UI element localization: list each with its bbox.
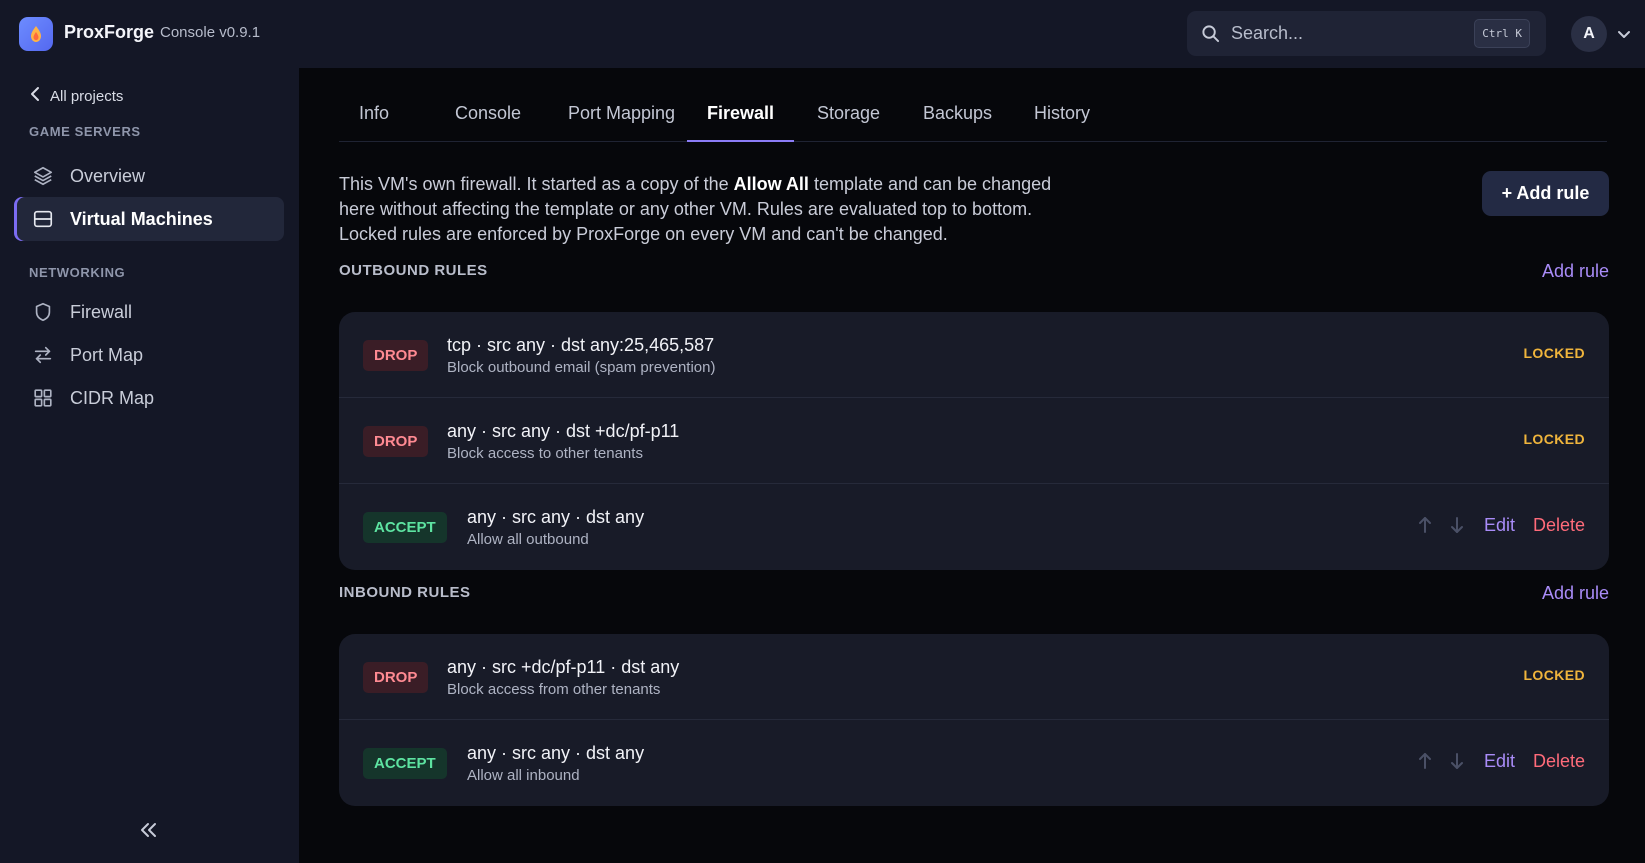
move-down-icon[interactable] (1448, 514, 1466, 536)
shield-icon (32, 301, 54, 323)
tab-firewall[interactable]: Firewall (687, 103, 795, 142)
brand-version: Console v0.9.1 (160, 24, 261, 41)
rule-description: Block outbound email (spam prevention) (447, 359, 716, 376)
rule-actions: Edit Delete (1402, 514, 1585, 536)
arrows-exchange-icon (32, 344, 54, 366)
chevron-down-icon[interactable] (1617, 27, 1631, 45)
action-badge: DROP (363, 426, 429, 457)
layers-icon (32, 165, 54, 187)
sidebar-item-firewall[interactable]: Firewall (14, 290, 284, 334)
collapse-sidebar-icon[interactable] (139, 822, 157, 843)
rule-row: DROP tcp · src any · dst any:25,465,587 … (339, 312, 1609, 398)
add-inbound-rule-link[interactable]: Add rule (1542, 583, 1609, 604)
action-badge: ACCEPT (363, 512, 447, 543)
sidebar: All projects GAME SERVERS Overview Virtu… (0, 68, 299, 863)
section-label-game-servers: GAME SERVERS (29, 124, 141, 139)
outbound-rules-card: DROP tcp · src any · dst any:25,465,587 … (339, 312, 1609, 570)
search-icon (1201, 24, 1220, 48)
add-outbound-rule-link[interactable]: Add rule (1542, 261, 1609, 282)
rule-row: DROP any · src any · dst +dc/pf-p11 Bloc… (339, 398, 1609, 484)
outbound-rules-title: OUTBOUND RULES (339, 262, 488, 279)
rule-spec: any · src any · dst any (467, 743, 645, 763)
tab-backups[interactable]: Backups (903, 103, 1012, 142)
locked-badge: LOCKED (1523, 667, 1585, 683)
proxforge-logo-icon[interactable] (19, 17, 53, 51)
top-bar: ProxForge Console v0.9.1 Search... Ctrl … (0, 0, 1645, 68)
sidebar-item-label: CIDR Map (70, 387, 155, 408)
locked-badge: LOCKED (1523, 431, 1585, 447)
action-badge: DROP (363, 340, 429, 371)
chevron-left-icon (30, 86, 40, 106)
tab-history[interactable]: History (1014, 103, 1110, 142)
action-badge: ACCEPT (363, 748, 447, 779)
move-down-icon[interactable] (1448, 750, 1466, 772)
rule-row: DROP any · src +dc/pf-p11 · dst any Bloc… (339, 634, 1609, 720)
rule-spec: any · src any · dst any (467, 507, 645, 527)
search-input[interactable]: Search... (1231, 23, 1303, 44)
server-icon (32, 208, 54, 230)
action-badge: DROP (363, 662, 429, 693)
template-name: Allow All (733, 174, 809, 194)
rule-spec: tcp · src any · dst any:25,465,587 (447, 335, 715, 355)
brand-name: ProxForge (64, 22, 155, 42)
rule-row: ACCEPT any · src any · dst any Allow all… (339, 720, 1609, 806)
rule-spec: any · src any · dst +dc/pf-p11 (447, 421, 680, 441)
sidebar-item-label: Virtual Machines (70, 208, 213, 229)
avatar[interactable]: A (1571, 16, 1607, 52)
edit-rule-button[interactable]: Edit (1484, 751, 1515, 772)
locked-badge: LOCKED (1523, 345, 1585, 361)
rule-row: ACCEPT any · src any · dst any Allow all… (339, 484, 1609, 570)
rule-description: Allow all outbound (467, 531, 589, 548)
search-shortcut-badge: Ctrl K (1474, 19, 1530, 48)
tab-console[interactable]: Console (435, 103, 541, 142)
rule-actions: Edit Delete (1402, 750, 1585, 772)
inbound-rules-card: DROP any · src +dc/pf-p11 · dst any Bloc… (339, 634, 1609, 806)
inbound-rules-title: INBOUND RULES (339, 584, 471, 601)
all-projects-link[interactable]: All projects (30, 86, 123, 106)
sidebar-item-label: Overview (70, 165, 146, 186)
tab-info[interactable]: Info (339, 103, 409, 142)
firewall-description: This VM's own firewall. It started as a … (339, 172, 1059, 247)
description-text: This VM's own firewall. It started as a … (339, 174, 734, 194)
delete-rule-button[interactable]: Delete (1533, 515, 1585, 536)
edit-rule-button[interactable]: Edit (1484, 515, 1515, 536)
all-projects-label: All projects (50, 87, 124, 105)
search-bar[interactable]: Search... Ctrl K (1187, 11, 1546, 56)
rule-description: Allow all inbound (467, 767, 580, 784)
add-rule-button[interactable]: + Add rule (1482, 171, 1609, 216)
rule-description: Block access from other tenants (447, 681, 661, 698)
sidebar-item-overview[interactable]: Overview (14, 154, 284, 198)
main-content: Info Console Port Mapping Firewall Stora… (299, 68, 1645, 863)
tab-bar: Info Console Port Mapping Firewall Stora… (339, 68, 1607, 142)
sidebar-item-cidr-map[interactable]: CIDR Map (14, 376, 284, 420)
sidebar-item-label: Firewall (70, 301, 133, 322)
sidebar-item-virtual-machines[interactable]: Virtual Machines (14, 197, 284, 241)
grid-icon (32, 387, 54, 409)
rule-description: Block access to other tenants (447, 445, 643, 462)
tab-storage[interactable]: Storage (797, 103, 900, 142)
move-up-icon[interactable] (1416, 514, 1434, 536)
tab-port-mapping[interactable]: Port Mapping (548, 103, 695, 142)
delete-rule-button[interactable]: Delete (1533, 751, 1585, 772)
move-up-icon[interactable] (1416, 750, 1434, 772)
sidebar-item-port-map[interactable]: Port Map (14, 333, 284, 377)
section-label-networking: NETWORKING (29, 265, 126, 280)
sidebar-item-label: Port Map (70, 344, 144, 365)
rule-spec: any · src +dc/pf-p11 · dst any (447, 657, 680, 677)
